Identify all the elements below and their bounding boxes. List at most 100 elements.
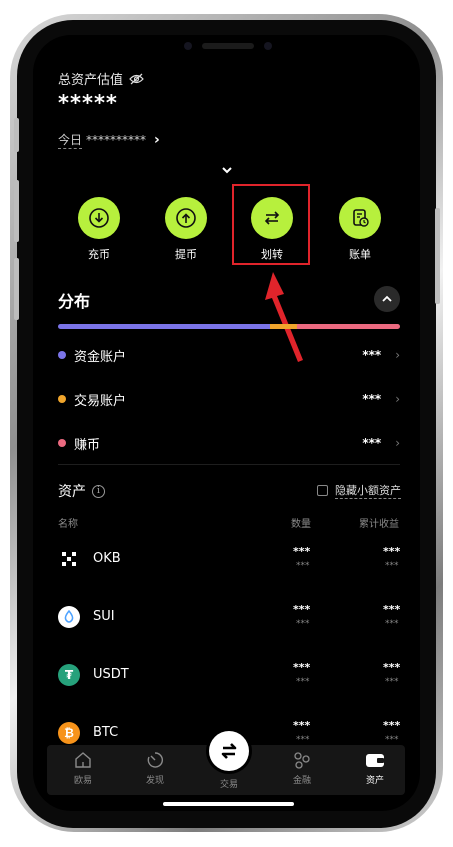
volume-up-button bbox=[14, 180, 19, 242]
hide-small-label: 隐藏小额资产 bbox=[335, 484, 401, 499]
bill-icon bbox=[339, 197, 381, 239]
asset-pnl-sub: *** bbox=[385, 561, 399, 571]
deposit-button[interactable]: 充币 bbox=[77, 197, 121, 262]
chevron-right-icon: › bbox=[395, 392, 400, 406]
distribution-segment bbox=[297, 324, 400, 329]
column-header-name: 名称 bbox=[58, 519, 78, 530]
asset-pnl: *** bbox=[383, 545, 401, 558]
deposit-label: 充币 bbox=[88, 248, 110, 261]
chevron-right-icon: › bbox=[395, 348, 400, 362]
distribution-bar bbox=[58, 324, 400, 329]
nav-label: 金融 bbox=[292, 776, 311, 786]
asset-row[interactable]: SUI *** *** *** *** bbox=[58, 601, 400, 635]
account-row-trading[interactable]: 交易账户 *** › bbox=[58, 389, 400, 409]
distribution-segment bbox=[58, 324, 271, 329]
asset-pnl: *** bbox=[383, 603, 401, 616]
trade-label: 交易 bbox=[219, 780, 238, 790]
column-header-pnl: 累计收益 bbox=[359, 519, 399, 530]
finance-icon bbox=[272, 749, 332, 771]
asset-pnl-sub: *** bbox=[385, 619, 399, 629]
today-pnl[interactable]: 今日 ********** › bbox=[58, 131, 160, 149]
nav-item-finance[interactable]: 金融 bbox=[272, 749, 332, 786]
hide-small-assets-toggle[interactable]: 隐藏小额资产 bbox=[317, 482, 401, 499]
btc-icon: ₿ bbox=[58, 722, 80, 744]
asset-row[interactable]: ₮ USDT *** *** *** *** bbox=[58, 659, 400, 693]
account-name: 交易账户 bbox=[74, 393, 127, 409]
download-icon bbox=[78, 197, 120, 239]
upload-icon bbox=[165, 197, 207, 239]
chevron-right-icon: › bbox=[154, 132, 160, 148]
assets-title-text: 资产 bbox=[58, 484, 86, 500]
asset-row[interactable]: OKB *** *** *** *** bbox=[58, 543, 400, 577]
trade-icon bbox=[221, 743, 237, 759]
asset-quantity: *** bbox=[293, 603, 311, 616]
asset-quantity-sub: *** bbox=[296, 619, 310, 629]
notch bbox=[128, 35, 324, 65]
eye-off-icon[interactable] bbox=[129, 73, 144, 85]
okb-icon bbox=[58, 548, 80, 570]
account-value: *** bbox=[362, 436, 382, 450]
asset-pnl-sub: *** bbox=[385, 677, 399, 687]
home-icon bbox=[53, 749, 113, 771]
nav-label: 资产 bbox=[365, 776, 384, 786]
asset-quantity: *** bbox=[293, 661, 311, 674]
mute-switch bbox=[14, 118, 19, 152]
discover-icon bbox=[125, 749, 185, 771]
total-assets-value: ***** bbox=[58, 91, 118, 115]
today-value: ********** bbox=[86, 133, 147, 147]
account-name: 赚币 bbox=[74, 437, 101, 453]
nav-item-discover[interactable]: 发现 bbox=[125, 749, 185, 786]
chevron-right-icon: › bbox=[395, 436, 400, 450]
total-assets-label-text: 总资产估值 bbox=[58, 73, 124, 88]
asset-pnl: *** bbox=[383, 661, 401, 674]
sensor bbox=[264, 42, 272, 50]
checkbox[interactable] bbox=[317, 485, 328, 496]
nav-item-assets[interactable]: 资产 bbox=[345, 749, 405, 786]
account-name: 资金账户 bbox=[74, 349, 127, 365]
earpiece-speaker bbox=[202, 43, 254, 49]
asset-quantity-sub: *** bbox=[296, 677, 310, 687]
account-value: *** bbox=[362, 392, 382, 406]
bill-label: 账单 bbox=[349, 248, 371, 261]
front-camera bbox=[184, 42, 192, 50]
legend-dot bbox=[58, 395, 66, 403]
bill-button[interactable]: 账单 bbox=[338, 197, 382, 262]
asset-symbol: BTC bbox=[93, 725, 119, 740]
legend-dot bbox=[58, 351, 66, 359]
withdraw-button[interactable]: 提币 bbox=[164, 197, 208, 262]
total-assets-label: 总资产估值 bbox=[58, 69, 144, 88]
app-screen: 总资产估值 ***** 今日 ********** › 充币 提币 划转 账单 bbox=[33, 35, 420, 811]
chevron-up-icon bbox=[382, 295, 392, 302]
wallet-icon bbox=[345, 749, 405, 771]
asset-quantity-sub: *** bbox=[296, 735, 310, 745]
nav-label: 欧易 bbox=[73, 776, 92, 786]
distribution-title: 分布 bbox=[58, 292, 91, 311]
account-row-funding[interactable]: 资金账户 *** › bbox=[58, 345, 400, 365]
chevron-down-icon[interactable] bbox=[220, 165, 234, 175]
asset-symbol: USDT bbox=[93, 667, 129, 682]
distribution-segment bbox=[270, 324, 298, 329]
withdraw-label: 提币 bbox=[175, 248, 197, 261]
power-button bbox=[435, 208, 440, 304]
asset-quantity: *** bbox=[293, 545, 311, 558]
asset-pnl: *** bbox=[383, 719, 401, 732]
section-divider bbox=[58, 464, 400, 465]
asset-symbol: OKB bbox=[93, 551, 121, 566]
info-icon[interactable]: i bbox=[92, 484, 105, 498]
home-indicator[interactable] bbox=[163, 802, 294, 806]
usdt-icon: ₮ bbox=[58, 664, 80, 686]
legend-dot bbox=[58, 439, 66, 447]
nav-label: 发现 bbox=[145, 776, 164, 786]
asset-symbol: SUI bbox=[93, 609, 115, 624]
volume-down-button bbox=[14, 258, 19, 320]
account-row-earn[interactable]: 赚币 *** › bbox=[58, 433, 400, 453]
collapse-button[interactable] bbox=[374, 286, 400, 312]
assets-title: 资产 i bbox=[58, 481, 105, 501]
transfer-highlight-box bbox=[232, 184, 310, 265]
nav-item-home[interactable]: 欧易 bbox=[53, 749, 113, 786]
today-label: 今日 bbox=[58, 133, 83, 149]
asset-quantity-sub: *** bbox=[296, 561, 310, 571]
trade-button[interactable] bbox=[209, 731, 249, 771]
account-value: *** bbox=[362, 348, 382, 362]
sui-icon bbox=[58, 606, 80, 628]
